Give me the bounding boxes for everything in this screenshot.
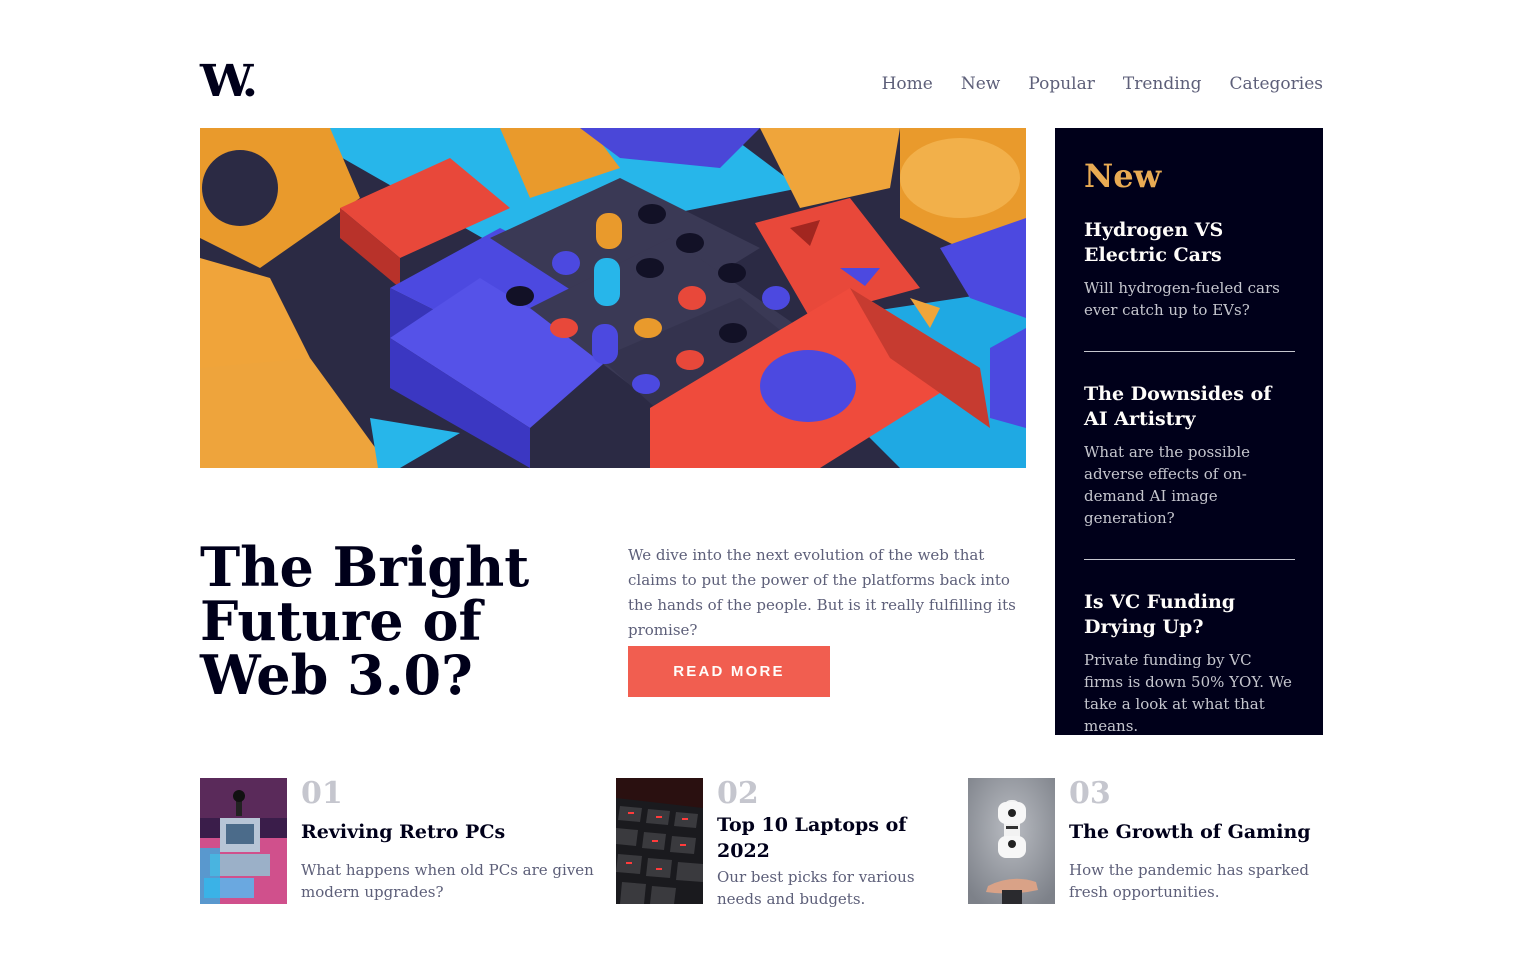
- nav-link-categories[interactable]: Categories: [1230, 73, 1324, 95]
- main-nav: Home New Popular Trending Categories: [882, 73, 1323, 95]
- new-item: The Downsides of AI Artistry What are th…: [1084, 382, 1295, 529]
- card-number: 02: [717, 776, 759, 811]
- nav-link-new[interactable]: New: [961, 73, 1001, 95]
- card-body: 03 The Growth of Gaming How the pandemic…: [1069, 778, 1323, 904]
- read-more-button[interactable]: READ MORE: [628, 646, 830, 697]
- article-card: 03 The Growth of Gaming How the pandemic…: [968, 778, 1323, 904]
- new-articles-panel: New Hydrogen VS Electric Cars Will hydro…: [1055, 128, 1323, 735]
- divider: [1084, 559, 1295, 560]
- new-item: Hydrogen VS Electric Cars Will hydrogen-…: [1084, 218, 1295, 321]
- card-title[interactable]: Reviving Retro PCs: [301, 819, 600, 845]
- game-controller-image: [968, 778, 1055, 904]
- card-description: Our best picks for various needs and bud…: [717, 868, 915, 908]
- new-item-description: Private funding by VC firms is down 50% …: [1084, 651, 1292, 735]
- hero-description: We dive into the next evolution of the w…: [628, 546, 1016, 639]
- laptop-keyboard-image: [616, 778, 703, 904]
- card-title[interactable]: Top 10 Laptops of 2022: [717, 812, 936, 864]
- card-description: What happens when old PCs are given mode…: [301, 861, 594, 901]
- hero-title: The Bright Future of Web 3.0?: [200, 535, 530, 707]
- card-number: 03: [1069, 776, 1111, 811]
- hero-image: [200, 128, 1026, 468]
- new-item-description: Will hydrogen-fueled cars ever catch up …: [1084, 279, 1280, 319]
- new-item-description: What are the possible adverse effects of…: [1084, 443, 1251, 527]
- nav-link-home[interactable]: Home: [882, 73, 933, 95]
- new-item: Is VC Funding Drying Up? Private funding…: [1084, 590, 1295, 737]
- abstract-3d-blocks-image: [200, 128, 1026, 468]
- card-body: 01 Reviving Retro PCs What happens when …: [301, 778, 600, 904]
- card-title[interactable]: The Growth of Gaming: [1069, 819, 1323, 845]
- new-panel-heading: New: [1084, 157, 1162, 195]
- new-item-title[interactable]: The Downsides of AI Artistry: [1084, 382, 1295, 432]
- new-item-title[interactable]: Is VC Funding Drying Up?: [1084, 590, 1295, 640]
- retro-pc-image: [200, 778, 287, 904]
- card-description: How the pandemic has sparked fresh oppor…: [1069, 861, 1309, 901]
- card-number: 01: [301, 776, 343, 811]
- site-logo[interactable]: W.: [200, 60, 258, 104]
- new-item-title[interactable]: Hydrogen VS Electric Cars: [1084, 218, 1295, 268]
- article-card: 01 Reviving Retro PCs What happens when …: [200, 778, 600, 904]
- divider: [1084, 351, 1295, 352]
- article-card: 02 Top 10 Laptops of 2022 Our best picks…: [616, 778, 936, 910]
- card-body: 02 Top 10 Laptops of 2022 Our best picks…: [717, 778, 936, 910]
- nav-link-trending[interactable]: Trending: [1123, 73, 1202, 95]
- logo-text: W.: [200, 56, 258, 107]
- nav-link-popular[interactable]: Popular: [1028, 73, 1095, 95]
